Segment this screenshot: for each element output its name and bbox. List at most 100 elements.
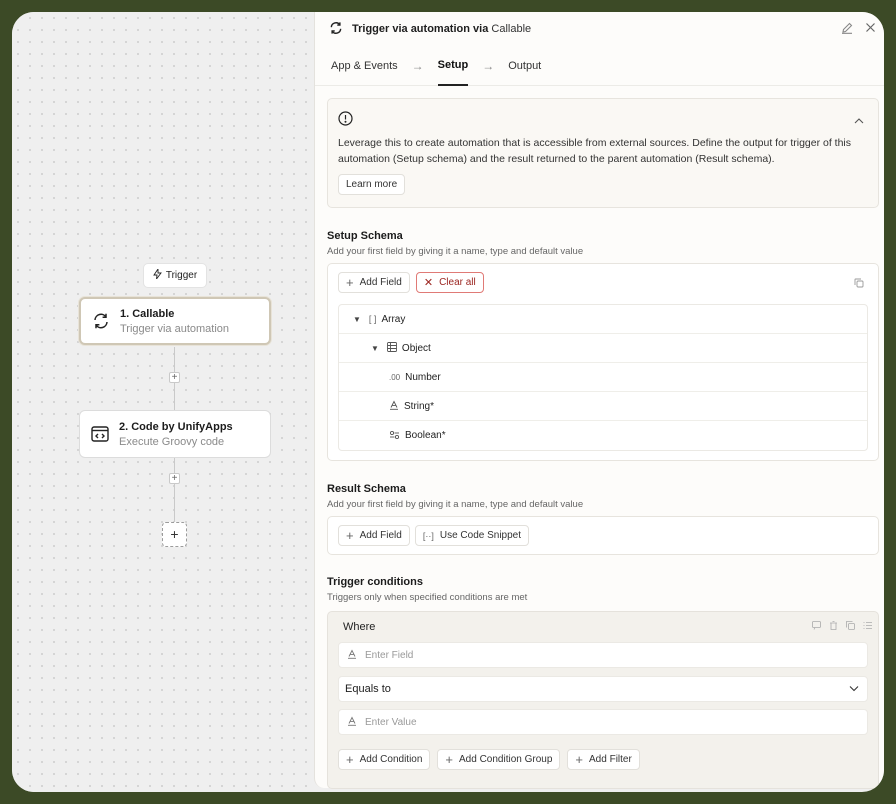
schema-row-array[interactable]: ▼ [ ] Array [339, 305, 867, 334]
use-code-snippet-button[interactable]: [··] Use Code Snippet [414, 525, 530, 546]
schema-row-string[interactable]: String* [339, 392, 867, 421]
add-condition-group-label: Add Condition Group [459, 754, 553, 765]
workflow-canvas[interactable]: Trigger 1. Callable Trigger via automati… [12, 12, 314, 792]
app-frame: Trigger 1. Callable Trigger via automati… [12, 12, 884, 792]
info-card: Leverage this to create automation that … [327, 98, 879, 208]
chevron-up-icon[interactable] [854, 115, 864, 127]
condition-actions [812, 621, 872, 633]
node-title: 1. Callable [120, 307, 175, 320]
arrow-right-icon: → [482, 58, 495, 73]
panel-title-main: Trigger via automation via [352, 23, 489, 35]
value-input[interactable]: Enter Value [338, 709, 868, 735]
clear-all-button[interactable]: ✕ Clear all [415, 272, 484, 293]
panel-title-app: Callable [491, 23, 532, 35]
panel-title: Trigger via automation via Callable [352, 23, 531, 35]
node-callable[interactable]: 1. Callable Trigger via automation [79, 297, 271, 345]
tab-output[interactable]: Output [508, 46, 541, 86]
operator-value: Equals to [345, 683, 391, 695]
array-type-icon: [ ] [368, 314, 377, 324]
info-text: Leverage this to create automation that … [338, 137, 852, 165]
use-code-snippet-label: Use Code Snippet [439, 530, 522, 541]
refresh-icon [91, 311, 111, 331]
plus-icon: + [575, 752, 584, 767]
schema-row-label: Number [405, 371, 441, 383]
add-condition-button[interactable]: + Add Condition [338, 749, 431, 770]
add-step-plus[interactable]: + [169, 372, 180, 383]
plus-icon: + [346, 275, 354, 290]
tab-app-events[interactable]: App & Events [331, 46, 398, 86]
number-type-icon: .00 [389, 372, 401, 382]
add-field-button[interactable]: + Add Field [338, 272, 410, 293]
node-subtitle: Execute Groovy code [119, 435, 225, 448]
field-placeholder: Enter Field [365, 649, 414, 661]
node-title: 2. Code by UnifyApps [119, 420, 233, 433]
chevron-down-icon [849, 683, 859, 695]
code-brackets-icon: [··] [422, 530, 434, 541]
copy-icon[interactable] [854, 278, 864, 291]
conditions-box: Where Enter Field Equals to Enter Value … [327, 611, 879, 789]
toggle-type-icon [389, 430, 400, 442]
trigger-conditions-title: Trigger conditions [327, 576, 423, 588]
list-icon[interactable] [863, 621, 872, 633]
add-filter-label: Add Filter [589, 754, 632, 765]
result-schema-card: + Add Field [··] Use Code Snippet [327, 516, 879, 555]
field-input[interactable]: Enter Field [338, 642, 868, 668]
step-config-panel: Trigger via automation via Callable App … [314, 12, 884, 789]
add-field-label: Add Field [359, 530, 402, 541]
operator-select[interactable]: Equals to [338, 676, 868, 702]
node-subtitle: Trigger via automation [120, 322, 230, 335]
plus-icon: + [346, 528, 354, 543]
setup-schema-subtitle: Add your first field by giving it a name… [327, 246, 584, 257]
trigger-chip: Trigger [143, 263, 207, 288]
refresh-icon [329, 21, 343, 38]
trigger-chip-label: Trigger [165, 270, 198, 281]
add-field-button[interactable]: + Add Field [338, 525, 410, 546]
string-type-icon [347, 715, 357, 729]
plus-icon: + [445, 752, 454, 767]
plus-icon: + [346, 752, 354, 767]
add-condition-label: Add Condition [359, 754, 423, 765]
bolt-icon [153, 267, 162, 282]
result-schema-subtitle: Add your first field by giving it a name… [327, 499, 584, 510]
add-condition-group-button[interactable]: + Add Condition Group [437, 749, 561, 770]
setup-schema-title: Setup Schema [327, 230, 403, 242]
tab-setup[interactable]: Setup [437, 46, 469, 86]
result-schema-title: Result Schema [327, 483, 406, 495]
tabs: App & Events → Setup → Output [315, 46, 884, 86]
node-code[interactable]: 2. Code by UnifyApps Execute Groovy code [79, 410, 271, 458]
header-actions [841, 22, 876, 37]
where-label: Where [343, 621, 376, 633]
clear-all-label: Clear all [439, 277, 476, 288]
caret-down-icon[interactable]: ▼ [353, 315, 361, 324]
panel-body: Leverage this to create automation that … [327, 98, 879, 789]
schema-row-number[interactable]: .00 Number [339, 363, 867, 392]
add-step-button[interactable]: + [162, 522, 187, 547]
condition-buttons: + Add Condition + Add Condition Group + … [338, 749, 868, 770]
schema-row-label: Object [401, 342, 431, 354]
close-icon[interactable] [865, 22, 876, 37]
copy-icon[interactable] [846, 621, 855, 633]
add-filter-button[interactable]: + Add Filter [567, 749, 640, 770]
alert-circle-icon [338, 111, 353, 129]
trigger-conditions-subtitle: Triggers only when specified conditions … [327, 592, 528, 603]
schema-row-object[interactable]: ▼ Object [339, 334, 867, 363]
add-step-plus[interactable]: + [169, 473, 180, 484]
setup-schema-card: + Add Field ✕ Clear all ▼ [ ] Array ▼ Ob… [327, 263, 879, 461]
comment-icon[interactable] [812, 621, 821, 633]
schema-row-boolean[interactable]: Boolean* [339, 421, 867, 450]
table-icon [386, 342, 397, 354]
arrow-right-icon: → [411, 58, 424, 73]
code-window-icon [90, 424, 110, 444]
schema-row-label: Array [381, 313, 406, 325]
panel-header: Trigger via automation via Callable [315, 12, 884, 46]
string-type-icon [347, 648, 357, 662]
schema-row-label: String* [404, 400, 435, 412]
caret-down-icon[interactable]: ▼ [371, 344, 379, 353]
add-field-label: Add Field [359, 277, 402, 288]
schema-row-label: Boolean* [405, 430, 446, 441]
string-type-icon [389, 400, 399, 412]
learn-more-button[interactable]: Learn more [338, 174, 406, 195]
edit-pencil-icon[interactable] [841, 22, 853, 37]
trash-icon[interactable] [829, 621, 838, 633]
value-placeholder: Enter Value [365, 716, 417, 728]
